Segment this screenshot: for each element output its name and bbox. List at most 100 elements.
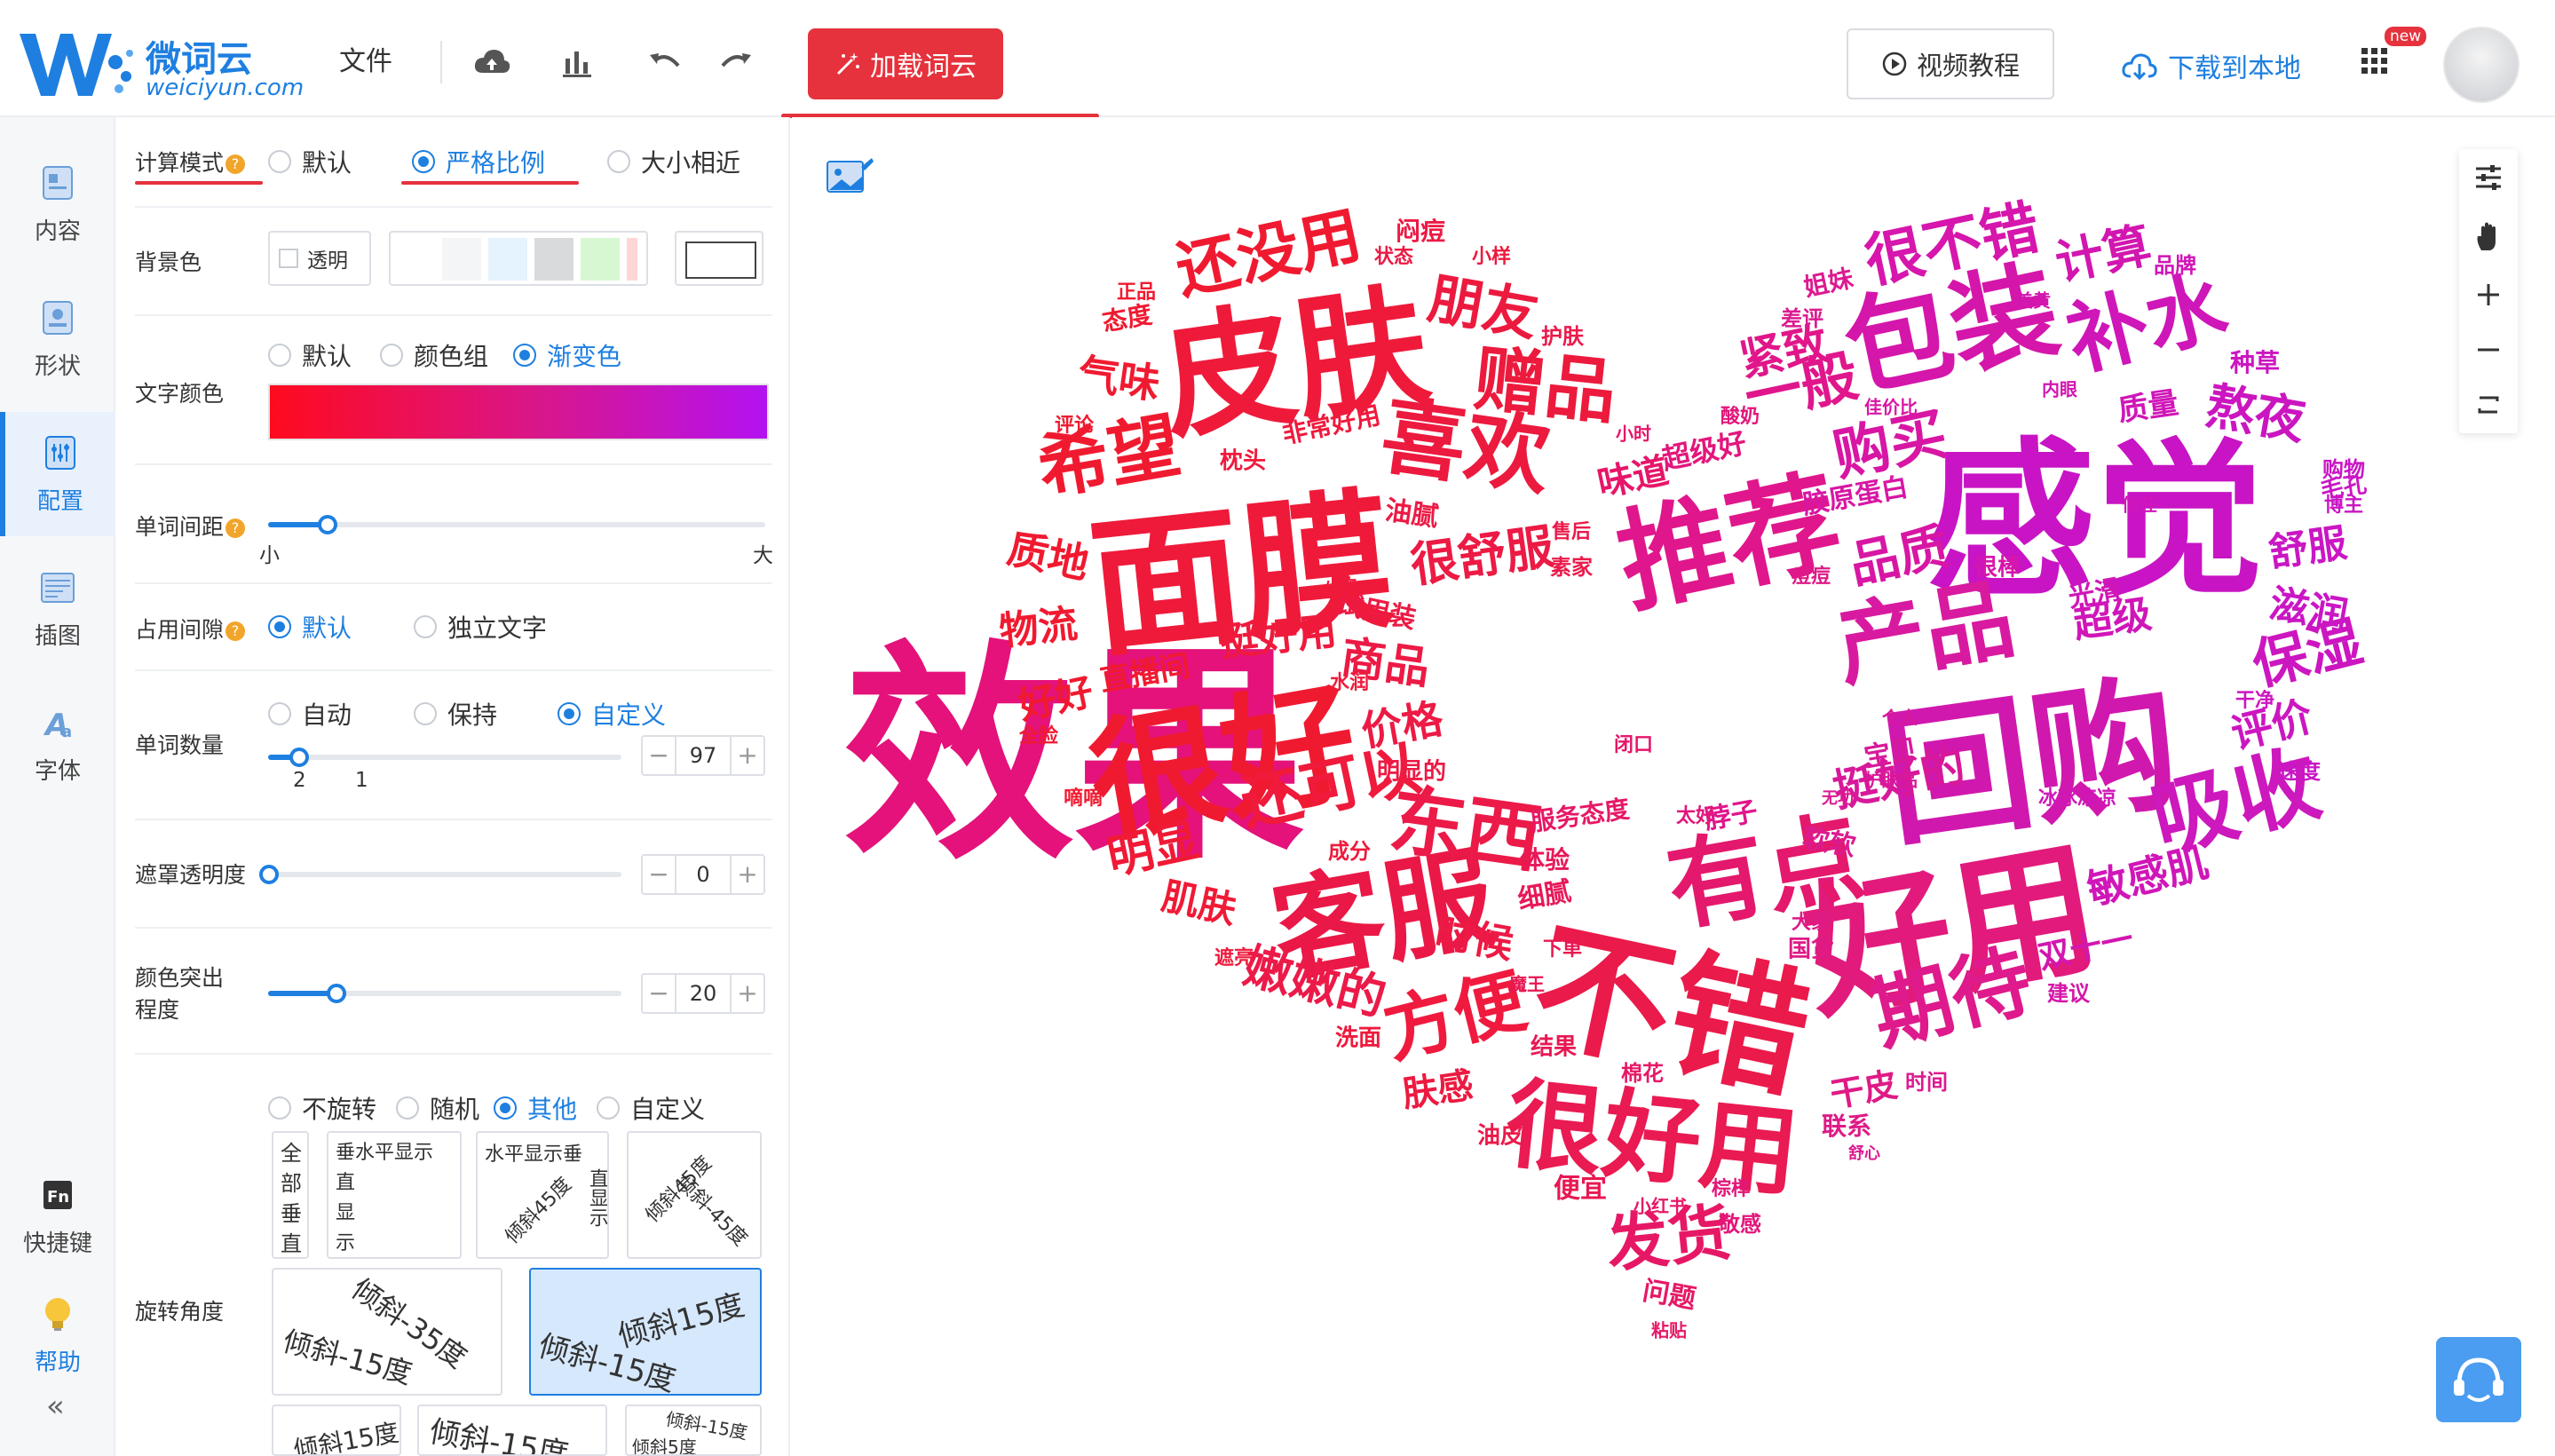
word-count-track[interactable] (268, 755, 621, 760)
svg-text:Fn: Fn (47, 1188, 69, 1207)
nav-illustration[interactable]: 插图 (0, 547, 115, 671)
text-color-gradient-radio[interactable]: 渐变色 (513, 337, 621, 373)
content-icon (43, 166, 73, 200)
sliders-icon[interactable] (2472, 162, 2504, 194)
collapse-nav-icon[interactable]: « (46, 1389, 65, 1424)
nav-content-label: 内容 (34, 218, 81, 245)
word-count-knob[interactable] (289, 748, 309, 767)
rotation-random-radio[interactable]: 随机 (396, 1090, 479, 1126)
mask-opacity-value[interactable]: 0 (675, 856, 732, 893)
rotation-preset-hv[interactable]: 垂水平显示直显示 (327, 1131, 462, 1259)
nav-shortcuts[interactable]: Fn 快捷键 (0, 1154, 115, 1278)
calc-mode-similar-radio[interactable]: 大小相近 (607, 144, 740, 179)
bar-chart-icon[interactable] (558, 43, 597, 82)
help-icon[interactable]: ? (225, 518, 246, 538)
rotation-preset-15[interactable]: 倾斜15度 (272, 1405, 401, 1456)
bg-swatch-lightgray[interactable] (442, 238, 481, 281)
redo-icon[interactable] (716, 43, 755, 82)
rotation-preset-45[interactable]: 倾斜45度 倾斜-45度 (627, 1131, 762, 1259)
rotation-none-radio[interactable]: 不旋转 (268, 1090, 376, 1126)
word-count-value[interactable]: 97 (675, 737, 732, 774)
bg-swatch-gray[interactable] (534, 238, 573, 281)
rotation-preset-vertical[interactable]: 全部垂直 (272, 1131, 309, 1259)
load-wordcloud-button[interactable]: 加载词云 (808, 28, 1003, 99)
decrement-button[interactable]: − (643, 737, 675, 774)
user-avatar[interactable] (2443, 27, 2519, 103)
text-color-group-radio[interactable]: 颜色组 (380, 337, 488, 373)
color-highlight-stepper[interactable]: − 20 + (641, 973, 765, 1014)
word-spacing-track[interactable] (268, 522, 765, 527)
rotation-preset-neg15[interactable]: 倾斜-15度 (417, 1405, 607, 1456)
word-spacing-min: 小 (259, 544, 280, 567)
nav-help[interactable]: 帮助 (0, 1273, 115, 1397)
nav-shape[interactable]: 形状 (0, 277, 115, 401)
logo-en-text: weiciyun.com (146, 75, 305, 101)
word-count-keep-radio[interactable]: 保持 (414, 696, 497, 732)
rotation-preset-15-selected[interactable]: 倾斜15度 倾斜-15度 (529, 1268, 762, 1396)
word-count-stepper[interactable]: − 97 + (641, 735, 765, 776)
mask-opacity-track[interactable] (268, 872, 621, 877)
word-count-label: 单词数量 (135, 732, 225, 758)
help-icon[interactable]: ? (225, 154, 246, 174)
calc-mode-default-radio[interactable]: 默认 (268, 144, 352, 179)
customer-service-button[interactable] (2436, 1337, 2521, 1422)
zoom-out-icon[interactable] (2472, 334, 2504, 366)
occupy-default-radio[interactable]: 默认 (268, 609, 352, 645)
calc-mode-strict-radio[interactable]: 严格比例 (412, 144, 545, 179)
video-tutorial-label: 视频教程 (1916, 51, 2020, 81)
increment-button[interactable]: + (732, 856, 763, 893)
separator (135, 819, 772, 820)
download-local-label: 下载到本地 (2168, 53, 2301, 84)
mask-opacity-label: 遮罩透明度 (135, 862, 247, 888)
increment-button[interactable]: + (732, 737, 763, 774)
hand-pan-icon[interactable] (2472, 220, 2504, 252)
bg-swatch-white[interactable] (396, 238, 435, 281)
color-highlight-knob[interactable] (327, 984, 346, 1003)
video-tutorial-button[interactable]: 视频教程 (1847, 28, 2054, 99)
decrement-button[interactable]: − (643, 975, 675, 1012)
bg-swatch-pink[interactable] (627, 238, 637, 281)
apps-grid-icon[interactable] (2360, 46, 2390, 76)
bg-swatch-lightblue[interactable] (488, 238, 527, 281)
text-color-default-radio[interactable]: 默认 (268, 337, 352, 373)
cloud-upload-icon[interactable] (472, 43, 511, 82)
mask-opacity-knob[interactable] (259, 865, 279, 884)
word-spacing-max: 大 (753, 544, 773, 567)
word-spacing-knob[interactable] (318, 515, 337, 534)
word-count-tick-right: 1 (355, 769, 368, 792)
app-logo[interactable]: 微词云 weiciyun.com (16, 27, 309, 101)
word-count-custom-radio[interactable]: 自定义 (558, 696, 666, 732)
increment-button[interactable]: + (732, 975, 763, 1012)
zoom-in-icon[interactable] (2472, 279, 2504, 311)
nav-font[interactable]: A a 字体 (0, 682, 115, 806)
download-local-button[interactable]: 下载到本地 (2120, 46, 2301, 85)
rotation-preset-hv45[interactable]: 水平显示垂 倾斜45度 直显示 (476, 1131, 609, 1259)
bg-swatch-lightgreen[interactable] (581, 238, 620, 281)
font-icon: A a (43, 708, 72, 743)
image-insert-icon[interactable] (826, 156, 875, 197)
config-panel: 计算模式? 默认 严格比例 大小相近 背景色 透明 文字颜色 默认 颜色组 渐变… (117, 117, 790, 1456)
rotation-custom-radio[interactable]: 自定义 (597, 1090, 705, 1126)
word-count-auto-radio[interactable]: 自动 (268, 696, 352, 732)
bg-custom-color[interactable] (675, 231, 763, 286)
bg-transparent-checkbox[interactable]: 透明 (268, 231, 371, 286)
fn-key-icon: Fn (44, 1181, 72, 1209)
rotation-preset-neg15-5[interactable]: 倾斜-15度 倾斜5度 (625, 1405, 762, 1456)
color-highlight-label: 颜色突出 (135, 965, 225, 991)
fit-screen-icon[interactable] (2472, 389, 2504, 421)
wordcloud-canvas[interactable] (792, 117, 2555, 1456)
menu-file[interactable]: 文件 (339, 39, 392, 78)
decrement-button[interactable]: − (643, 856, 675, 893)
rotation-preset-35-15[interactable]: 倾斜-35度 倾斜-15度 (272, 1268, 502, 1396)
new-badge: new (2385, 27, 2427, 46)
color-highlight-value[interactable]: 20 (675, 975, 732, 1012)
occupy-independent-radio[interactable]: 独立文字 (414, 609, 547, 645)
rotation-other-radio[interactable]: 其他 (494, 1090, 577, 1126)
help-icon[interactable]: ? (225, 621, 246, 641)
word-count-tick-left: 2 (293, 769, 306, 792)
gradient-color-bar[interactable] (268, 384, 769, 440)
nav-config[interactable]: 配置 (0, 412, 115, 536)
mask-opacity-stepper[interactable]: − 0 + (641, 854, 765, 895)
nav-content[interactable]: 内容 (0, 142, 115, 266)
undo-icon[interactable] (646, 43, 685, 82)
